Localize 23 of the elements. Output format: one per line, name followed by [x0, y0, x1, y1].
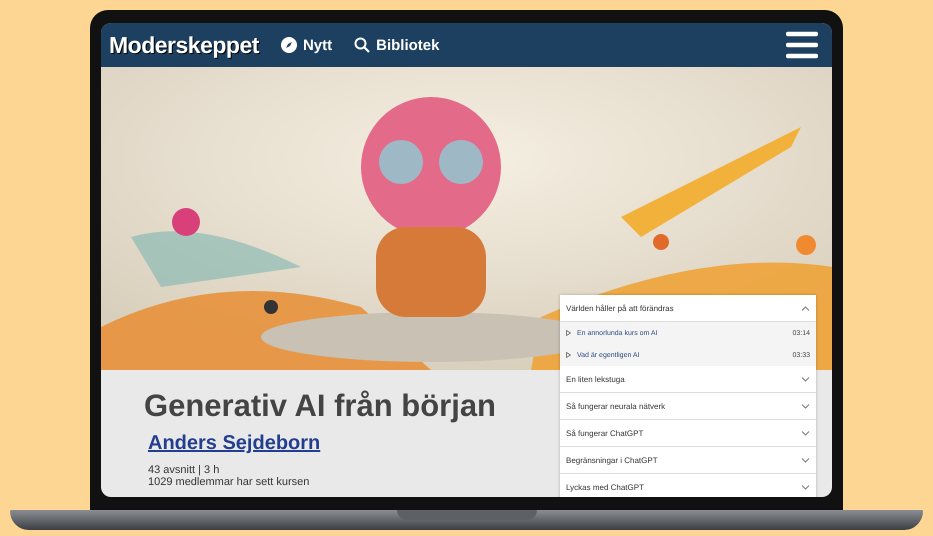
compass-icon: [280, 37, 297, 53]
course-meta: 43 avsnitt | 3 h: [148, 464, 220, 476]
chapter-header[interactable]: Lyckas med ChatGPT: [560, 474, 816, 497]
chapter-header[interactable]: Begränsningar i ChatGPT: [560, 447, 816, 474]
nav-link[interactable]: Bibliotek: [354, 36, 440, 54]
chapter-header[interactable]: Så fungerar neurala nätverk: [560, 393, 816, 420]
play-icon: [566, 330, 571, 336]
author-link[interactable]: Anders Sejdeborn: [148, 432, 320, 455]
chevron-down-icon: [801, 458, 810, 462]
menu-icon[interactable]: [786, 31, 818, 59]
course-title: Generativ AI från början: [144, 388, 496, 424]
chevron-down-icon: [801, 376, 810, 382]
logo[interactable]: Moderskeppet: [109, 32, 259, 58]
chevron-up-icon: [801, 306, 810, 310]
play-icon: [566, 352, 571, 358]
nav-link[interactable]: Nytt: [280, 36, 332, 54]
chapter-header[interactable]: Så fungerar ChatGPT: [560, 420, 816, 447]
chevron-down-icon: [801, 484, 810, 490]
viewer-count: 1029 medlemmar har sett kursen: [148, 476, 310, 488]
chevron-down-icon: [801, 430, 810, 436]
chevron-down-icon: [801, 404, 810, 408]
chapter-header[interactable]: En liten lekstuga: [560, 366, 816, 393]
search-icon: [354, 37, 370, 53]
